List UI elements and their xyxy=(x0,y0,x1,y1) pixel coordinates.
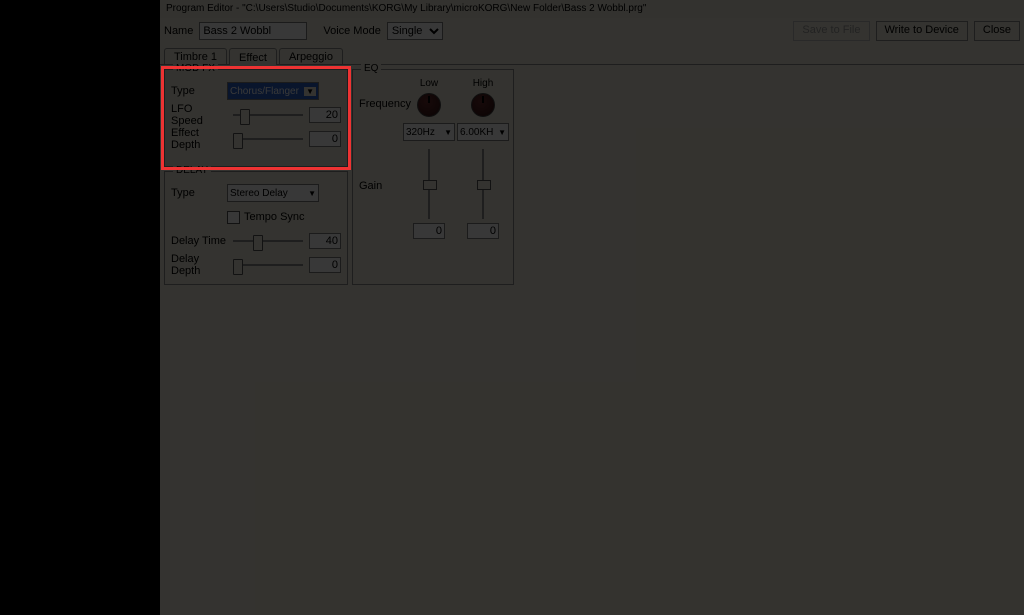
eq-low-label: Low xyxy=(403,78,455,89)
voice-mode-select[interactable]: Single xyxy=(387,22,443,40)
eq-high-gain-slider[interactable] xyxy=(474,149,492,219)
eq-low-freq-knob[interactable] xyxy=(417,93,441,117)
name-input[interactable] xyxy=(199,22,307,40)
tab-effect[interactable]: Effect xyxy=(229,48,277,65)
delay-time-value[interactable]: 40 xyxy=(309,233,341,249)
delay-type-value: Stereo Delay xyxy=(230,188,288,199)
delay-group: DELAY Type Stereo Delay ▼ Tempo Sync Del… xyxy=(164,171,348,285)
tab-arpeggio[interactable]: Arpeggio xyxy=(279,48,343,64)
eq-high-freq-value: 6.00KH xyxy=(460,127,493,138)
modfx-group: MOD FX Type Chorus/Flanger ▼ LFO Speed 2… xyxy=(164,69,348,167)
modfx-type-select[interactable]: Chorus/Flanger ▼ xyxy=(227,82,319,100)
lfo-speed-label: LFO Speed xyxy=(171,103,227,127)
eq-group: EQ Frequency Gain Low 320Hz ▼ 0 High xyxy=(352,69,514,285)
delay-time-slider[interactable] xyxy=(233,233,303,249)
eq-low-gain-value[interactable]: 0 xyxy=(413,223,445,239)
delay-time-label: Delay Time xyxy=(171,235,227,247)
delay-depth-label: Delay Depth xyxy=(171,253,227,277)
lfo-speed-slider[interactable] xyxy=(233,107,303,123)
eq-title: EQ xyxy=(361,63,381,74)
lfo-speed-value[interactable]: 20 xyxy=(309,107,341,123)
dropdown-arrow-icon: ▼ xyxy=(308,189,316,198)
eq-high-freq-knob[interactable] xyxy=(471,93,495,117)
tabs: Timbre 1 Effect Arpeggio xyxy=(160,44,1024,65)
delay-title: DELAY xyxy=(173,165,211,176)
eq-low-gain-slider[interactable] xyxy=(420,149,438,219)
delay-type-select[interactable]: Stereo Delay ▼ xyxy=(227,184,319,202)
effect-depth-slider[interactable] xyxy=(233,131,303,147)
eq-low-freq-select[interactable]: 320Hz ▼ xyxy=(403,123,455,141)
window-title: Program Editor - "C:\Users\Studio\Docume… xyxy=(160,0,1024,18)
voice-mode-label: Voice Mode xyxy=(323,25,380,37)
name-label: Name xyxy=(164,25,193,37)
eq-high-gain-value[interactable]: 0 xyxy=(467,223,499,239)
eq-gain-label: Gain xyxy=(359,180,382,192)
eq-low-freq-value: 320Hz xyxy=(406,127,435,138)
dropdown-arrow-icon: ▼ xyxy=(304,87,316,96)
eq-high-label: High xyxy=(457,78,509,89)
effect-depth-value[interactable]: 0 xyxy=(309,131,341,147)
close-button[interactable]: Close xyxy=(974,21,1020,41)
modfx-title: MOD FX xyxy=(173,63,218,74)
delay-type-label: Type xyxy=(171,187,227,199)
effect-depth-label: Effect Depth xyxy=(171,127,227,151)
tempo-sync-checkbox[interactable] xyxy=(227,211,240,224)
tempo-sync-label: Tempo Sync xyxy=(244,211,305,223)
tab-timbre1[interactable]: Timbre 1 xyxy=(164,48,227,64)
dropdown-arrow-icon: ▼ xyxy=(498,128,506,137)
delay-depth-slider[interactable] xyxy=(233,257,303,273)
write-to-device-button[interactable]: Write to Device xyxy=(876,21,968,41)
dropdown-arrow-icon: ▼ xyxy=(444,128,452,137)
modfx-type-value: Chorus/Flanger xyxy=(230,86,299,97)
eq-high-freq-select[interactable]: 6.00KH ▼ xyxy=(457,123,509,141)
toolbar: Name Voice Mode Single Save to File Writ… xyxy=(160,18,1024,44)
delay-depth-value[interactable]: 0 xyxy=(309,257,341,273)
modfx-type-label: Type xyxy=(171,85,227,97)
save-to-file-button: Save to File xyxy=(793,21,869,41)
